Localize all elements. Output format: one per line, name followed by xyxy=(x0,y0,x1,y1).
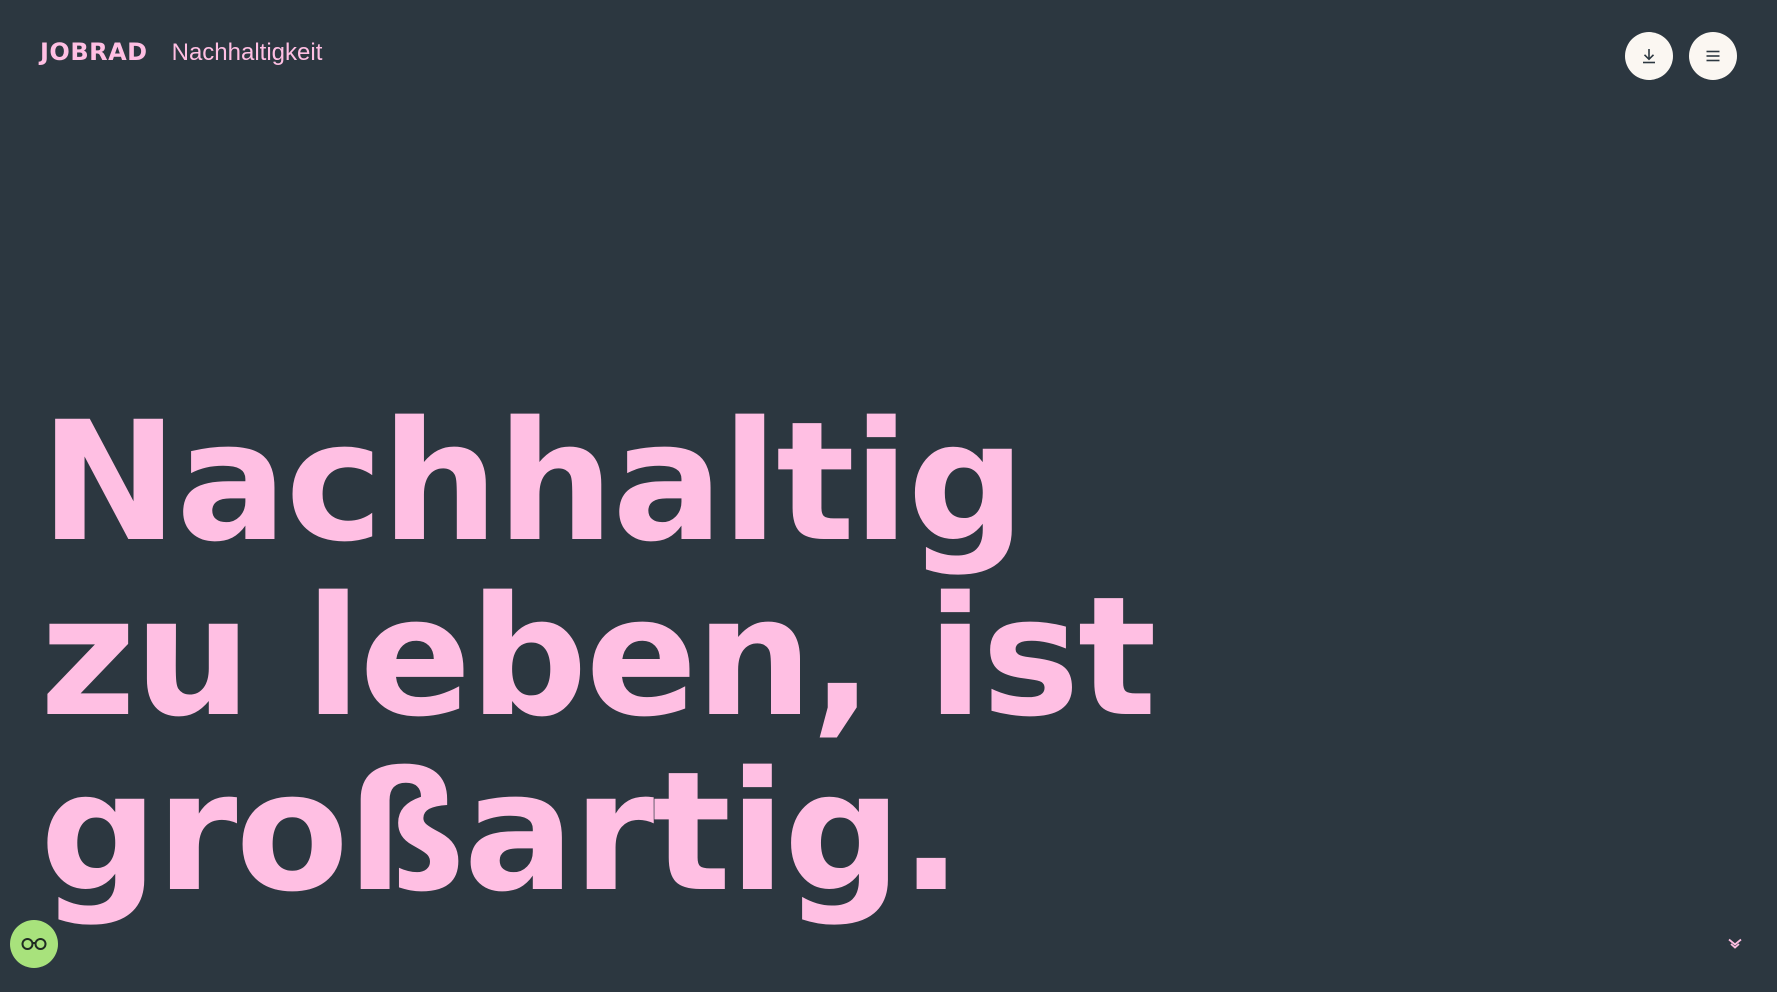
menu-icon xyxy=(1706,50,1720,62)
download-button[interactable] xyxy=(1625,32,1673,80)
download-icon xyxy=(1643,49,1655,64)
hero-line: Nachhaltig xyxy=(40,386,1026,578)
hero-headline: Nachhaltig zu leben, ist großartig. xyxy=(40,386,1157,928)
site-header: JOBRAD Nachhaltigkeit xyxy=(0,0,1777,112)
jobrad-logo[interactable]: JOBRAD xyxy=(40,40,148,64)
menu-button[interactable] xyxy=(1689,32,1737,80)
page-subtitle: Nachhaltigkeit xyxy=(171,39,323,66)
chevron-down-icon xyxy=(1728,938,1742,949)
hero-line: zu leben, ist xyxy=(40,561,1157,753)
accessibility-button[interactable] xyxy=(10,920,58,968)
header-actions xyxy=(1625,32,1737,80)
scroll-down-button[interactable] xyxy=(1726,934,1744,952)
brand: JOBRAD Nachhaltigkeit xyxy=(40,40,322,65)
glasses-icon xyxy=(21,938,47,950)
hero-line: großartig. xyxy=(40,736,962,928)
